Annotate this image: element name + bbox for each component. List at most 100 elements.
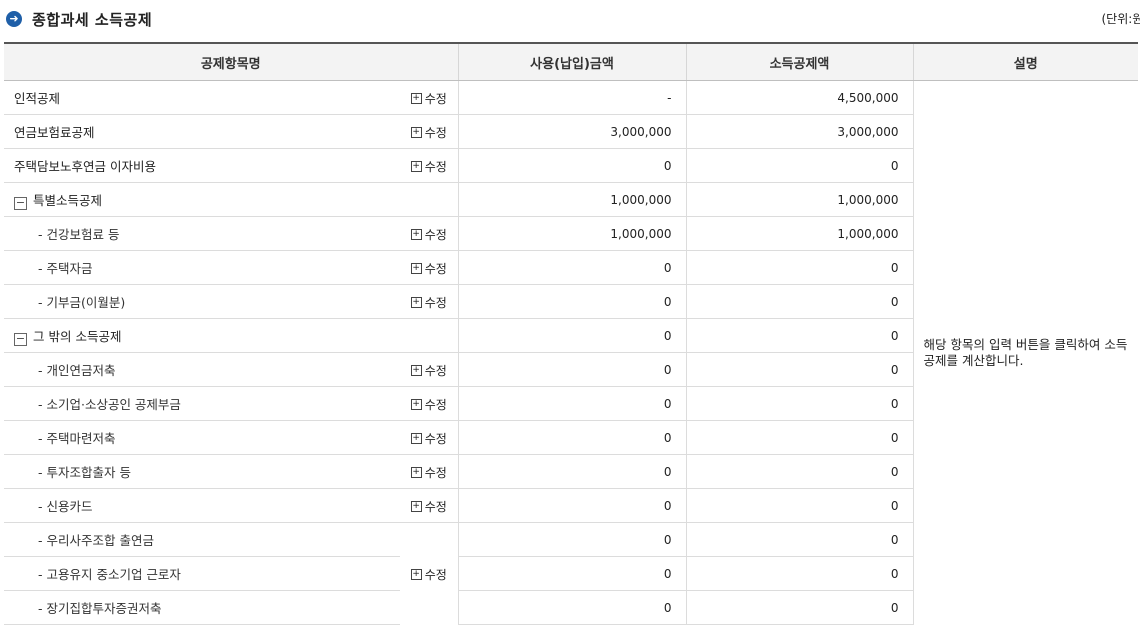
plus-square-icon: + <box>410 229 422 240</box>
edit-label: 수정 <box>424 568 447 583</box>
plus-square-icon: + <box>410 365 422 376</box>
deduction-cell: 0 <box>685 556 913 591</box>
deduction-cell: 0 <box>685 284 913 319</box>
edit-cell <box>400 318 458 353</box>
edit-button[interactable]: + 수정 <box>410 260 447 277</box>
edit-button[interactable]: + 수정 <box>410 430 447 447</box>
edit-label: 수정 <box>424 126 447 140</box>
deduction-cell: 0 <box>685 148 913 183</box>
amount-cell: 0 <box>457 352 686 387</box>
column-header-item: 공제항목명 <box>4 42 458 81</box>
edit-cell: + 수정 <box>400 523 458 625</box>
edit-cell: + 수정 <box>400 386 458 421</box>
row-label: 인적공제 <box>14 91 61 106</box>
column-header-deduction: 소득공제액 <box>685 42 913 81</box>
row-label: 그 밖의 소득공제 <box>33 328 122 344</box>
edit-label: 수정 <box>424 160 447 174</box>
deduction-table: 공제항목명 사용(납입)금액 소득공제액 설명 인적공제 + 수정 -4,500,00… <box>4 42 1138 625</box>
row-label: 주택담보노후연금 이자비용 <box>14 159 156 174</box>
amount-cell: 3,000,000 <box>457 114 686 149</box>
amount-cell: 0 <box>457 386 686 421</box>
collapse-icon[interactable]: − <box>14 332 27 346</box>
page-title: 종합과세 소득공제 <box>32 11 153 29</box>
amount-cell: 1,000,000 <box>457 182 686 217</box>
edit-cell: + 수정 <box>400 114 458 149</box>
plus-square-icon: + <box>410 297 422 308</box>
row-label: - 장기집합투자증권저축 <box>38 601 162 616</box>
edit-button[interactable]: + 수정 <box>410 124 447 141</box>
column-header-amount: 사용(납입)금액 <box>457 42 686 81</box>
row-name-cell: 주택담보노후연금 이자비용 <box>4 148 400 183</box>
deduction-cell: 4,500,000 <box>685 80 913 115</box>
deduction-cell: 1,000,000 <box>685 216 913 251</box>
row-name-cell: - 개인연금저축 <box>4 352 400 387</box>
row-name-cell: - 소기업·소상공인 공제부금 <box>4 386 400 421</box>
deduction-cell: 0 <box>685 522 913 557</box>
edit-label: 수정 <box>424 364 447 378</box>
edit-label: 수정 <box>424 398 447 412</box>
row-name-cell[interactable]: − 그 밖의 소득공제 <box>4 318 400 353</box>
deduction-cell: 0 <box>685 454 913 489</box>
row-label: 연금보험료공제 <box>14 125 95 140</box>
edit-label: 수정 <box>424 228 447 242</box>
amount-cell: - <box>457 80 686 115</box>
amount-cell: 0 <box>457 250 686 285</box>
row-label: - 우리사주조합 출연금 <box>38 533 154 548</box>
deduction-cell: 0 <box>685 386 913 421</box>
plus-square-icon: + <box>410 263 422 274</box>
row-label: - 투자조합출자 등 <box>38 465 131 480</box>
row-name-cell: - 주택마련저축 <box>4 420 400 455</box>
plus-square-icon: + <box>410 501 422 512</box>
edit-button[interactable]: + 수정 <box>410 226 447 243</box>
plus-square-icon: + <box>410 467 422 478</box>
row-name-cell: - 건강보험료 등 <box>4 216 400 251</box>
edit-cell: + 수정 <box>400 148 458 183</box>
edit-button[interactable]: + 수정 <box>410 158 447 175</box>
deduction-cell: 0 <box>685 352 913 387</box>
row-name-cell: 인적공제 <box>4 80 400 115</box>
edit-cell: + 수정 <box>400 284 458 319</box>
amount-cell: 0 <box>457 488 686 523</box>
row-name-cell: 연금보험료공제 <box>4 114 400 149</box>
deduction-cell: 0 <box>685 318 913 353</box>
edit-button[interactable]: + 수정 <box>410 294 447 311</box>
deduction-cell: 0 <box>685 250 913 285</box>
amount-cell: 0 <box>457 148 686 183</box>
row-label: - 기부금(이월분) <box>38 295 126 310</box>
amount-cell: 0 <box>457 420 686 455</box>
row-label: - 건강보험료 등 <box>38 227 120 242</box>
plus-square-icon: + <box>410 569 422 581</box>
deduction-cell: 0 <box>685 420 913 455</box>
plus-square-icon: + <box>410 93 422 104</box>
row-name-cell: - 기부금(이월분) <box>4 284 400 319</box>
edit-cell: + 수정 <box>400 454 458 489</box>
edit-button[interactable]: + 수정 <box>410 566 447 583</box>
edit-label: 수정 <box>424 262 447 276</box>
edit-button[interactable]: + 수정 <box>410 362 447 379</box>
edit-label: 수정 <box>424 92 447 106</box>
amount-cell: 0 <box>457 590 686 625</box>
edit-button[interactable]: + 수정 <box>410 90 447 107</box>
amount-cell: 0 <box>457 522 686 557</box>
edit-button[interactable]: + 수정 <box>410 396 447 413</box>
section-header: ➜ 종합과세 소득공제 (단위:원) <box>0 0 1140 40</box>
edit-label: 수정 <box>424 466 447 480</box>
edit-label: 수정 <box>424 432 447 446</box>
edit-button[interactable]: + 수정 <box>410 464 447 481</box>
row-name-cell: - 고용유지 중소기업 근로자 <box>4 556 400 591</box>
collapse-icon[interactable]: − <box>14 196 27 210</box>
row-name-cell: - 주택자금 <box>4 250 400 285</box>
edit-cell <box>400 182 458 217</box>
amount-cell: 0 <box>457 454 686 489</box>
plus-square-icon: + <box>410 161 422 172</box>
description-cell: 해당 항목의 입력 버튼을 클릭하여 소득공제를 계산합니다. <box>912 80 1138 625</box>
edit-cell: + 수정 <box>400 216 458 251</box>
row-name-cell[interactable]: − 특별소득공제 <box>4 182 400 217</box>
unit-label: (단위:원) <box>1101 12 1140 26</box>
row-label: 특별소득공제 <box>33 192 103 208</box>
amount-cell: 0 <box>457 284 686 319</box>
row-name-cell: - 장기집합투자증권저축 <box>4 590 400 625</box>
row-label: - 주택자금 <box>38 261 93 276</box>
edit-button[interactable]: + 수정 <box>410 498 447 515</box>
row-name-cell: - 우리사주조합 출연금 <box>4 522 400 557</box>
